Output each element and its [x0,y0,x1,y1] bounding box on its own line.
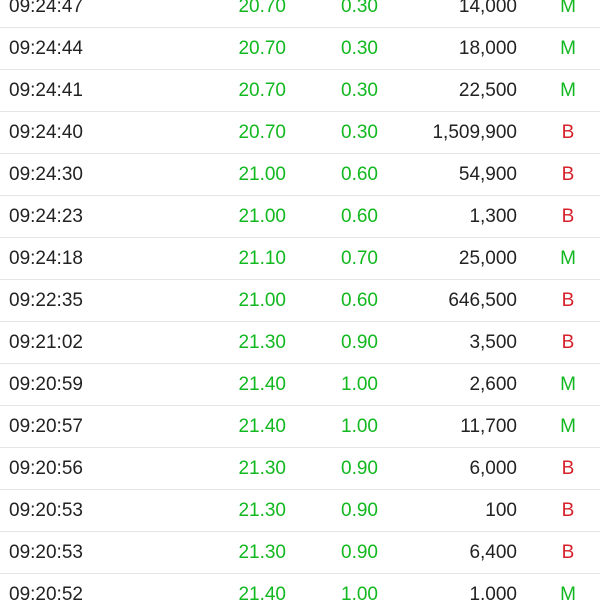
trade-volume: 6,400 [469,542,517,563]
trade-time: 09:24:18 [9,248,83,269]
trade-side: B [561,290,575,311]
trade-side: B [561,500,575,521]
trade-row[interactable]: 09:20:56 21.30 0.90 6,000 B [0,448,600,490]
trade-change: 0.90 [341,500,378,521]
trade-volume: 18,000 [458,38,517,59]
trade-row[interactable]: 09:20:57 21.40 1.00 11,700 M [0,406,600,448]
trade-price: 21.30 [238,458,286,479]
trade-time: 09:20:53 [9,500,83,521]
trade-row[interactable]: 09:20:53 21.30 0.90 6,400 B [0,532,600,574]
trade-list[interactable]: 09:24:47 20.70 0.30 14,000 M 09:24:44 20… [0,0,600,600]
trade-change: 1.00 [341,416,378,437]
trade-change: 0.90 [341,458,378,479]
trade-side: B [561,122,575,143]
trade-row[interactable]: 09:21:02 21.30 0.90 3,500 B [0,322,600,364]
trade-time: 09:20:57 [9,416,83,437]
trade-time: 09:20:53 [9,542,83,563]
trade-side: B [561,458,575,479]
trade-volume: 646,500 [448,290,517,311]
trade-side: M [560,38,576,59]
trade-change: 0.30 [341,38,378,59]
trade-time: 09:24:40 [9,122,83,143]
trade-change: 0.30 [341,122,378,143]
trade-price: 21.10 [238,248,286,269]
trade-volume: 1,300 [469,206,517,227]
trade-change: 0.60 [341,206,378,227]
trade-volume: 11,700 [460,416,517,437]
trade-volume: 100 [485,500,517,521]
trade-row[interactable]: 09:24:47 20.70 0.30 14,000 M [0,0,600,28]
trade-price: 21.40 [238,374,286,395]
trade-price: 20.70 [238,38,286,59]
trade-time: 09:24:30 [9,164,83,185]
trade-time: 09:20:59 [9,374,83,395]
trade-volume: 2,600 [469,374,517,395]
trade-volume: 3,500 [469,332,517,353]
trade-volume: 14,000 [458,0,517,17]
trade-price: 20.70 [238,0,286,17]
trade-time: 09:24:47 [9,0,83,17]
trade-price: 21.40 [238,584,286,600]
trade-price: 21.40 [238,416,286,437]
trade-volume: 22,500 [458,80,517,101]
trade-volume: 1,509,900 [432,122,517,143]
trade-change: 0.90 [341,332,378,353]
trade-time: 09:22:35 [9,290,83,311]
trade-change: 1.00 [341,374,378,395]
trade-volume: 6,000 [469,458,517,479]
trade-change: 0.90 [341,542,378,563]
trade-change: 0.30 [341,80,378,101]
trade-change: 0.70 [341,248,378,269]
trade-side: B [561,542,575,563]
trade-price: 20.70 [238,122,286,143]
trade-row[interactable]: 09:24:44 20.70 0.30 18,000 M [0,28,600,70]
trade-side: M [560,248,576,269]
trade-price: 21.00 [238,206,286,227]
trade-change: 0.30 [341,0,378,17]
trade-row[interactable]: 09:24:30 21.00 0.60 54,900 B [0,154,600,196]
trade-time: 09:20:52 [9,584,83,600]
trade-volume: 25,000 [458,248,517,269]
trade-price: 21.00 [238,290,286,311]
trade-price: 21.30 [238,542,286,563]
trade-time: 09:21:02 [9,332,83,353]
trade-time: 09:24:44 [9,38,83,59]
trade-volume: 54,900 [458,164,517,185]
trade-side: M [560,80,576,101]
trade-row[interactable]: 09:20:53 21.30 0.90 100 B [0,490,600,532]
trade-time: 09:24:41 [9,80,83,101]
trade-price: 21.30 [238,500,286,521]
trade-row[interactable]: 09:20:59 21.40 1.00 2,600 M [0,364,600,406]
trade-side: M [560,0,576,17]
trade-change: 1.00 [341,584,378,600]
trade-row[interactable]: 09:24:23 21.00 0.60 1,300 B [0,196,600,238]
trade-side: B [561,332,575,353]
trade-row[interactable]: 09:24:41 20.70 0.30 22,500 M [0,70,600,112]
trade-time: 09:20:56 [9,458,83,479]
trade-volume: 1,000 [469,584,517,600]
trade-change: 0.60 [341,164,378,185]
trade-side: B [561,164,575,185]
trade-price: 21.30 [238,332,286,353]
trade-side: M [560,374,576,395]
trade-time: 09:24:23 [9,206,83,227]
trade-row[interactable]: 09:24:40 20.70 0.30 1,509,900 B [0,112,600,154]
trade-row[interactable]: 09:20:52 21.40 1.00 1,000 M [0,574,600,600]
trade-side: B [561,206,575,227]
trade-price: 20.70 [238,80,286,101]
trade-row[interactable]: 09:22:35 21.00 0.60 646,500 B [0,280,600,322]
trade-change: 0.60 [341,290,378,311]
trade-price: 21.00 [238,164,286,185]
trade-side: M [560,584,576,600]
trade-row[interactable]: 09:24:18 21.10 0.70 25,000 M [0,238,600,280]
trade-side: M [560,416,576,437]
